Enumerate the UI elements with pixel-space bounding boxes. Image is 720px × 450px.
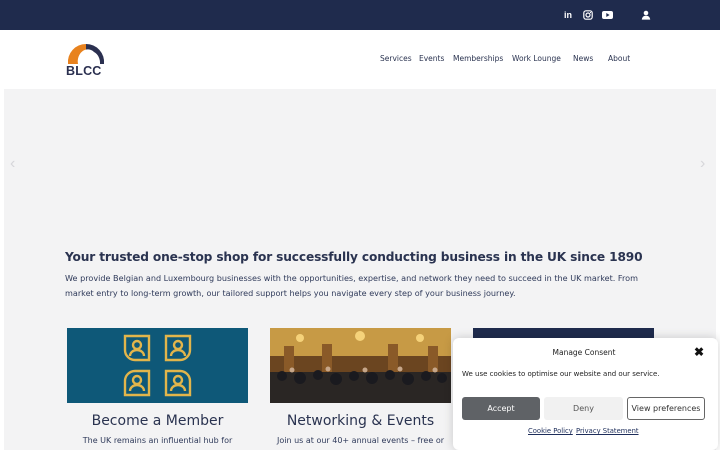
consent-message: We use cookies to optimise our website a… [462, 370, 660, 378]
accept-button[interactable]: Accept [462, 397, 540, 420]
top-bar: in [0, 0, 720, 30]
card-title-member[interactable]: Become a Member [67, 413, 248, 429]
event-hall-photo [270, 328, 451, 403]
intro-paragraph: We provide Belgian and Luxembourg busine… [65, 273, 638, 298]
nav-services[interactable]: Services [380, 54, 412, 63]
youtube-icon[interactable] [600, 8, 614, 22]
linkedin-icon[interactable]: in [561, 8, 575, 22]
card-title-events[interactable]: Networking & Events [270, 413, 451, 429]
user-icon[interactable] [639, 8, 653, 22]
card-text-member: The UK remains an influential hub for [82, 436, 233, 445]
nav-about[interactable]: About [608, 54, 630, 63]
site-header: BLCC Services Events Memberships Work Lo… [0, 30, 720, 88]
nav-memberships[interactable]: Memberships [453, 54, 503, 63]
cookie-consent-dialog: Manage Consent ✖ We use cookies to optim… [453, 338, 718, 450]
slider-next-arrow[interactable]: › [700, 156, 712, 172]
slider-prev-arrow[interactable]: ‹ [10, 156, 22, 172]
consent-title: Manage Consent [552, 348, 616, 357]
view-preferences-button[interactable]: View preferences [627, 397, 705, 420]
page-headline: Your trusted one-stop shop for successfu… [65, 250, 643, 264]
member-card-image[interactable] [67, 328, 248, 403]
close-icon[interactable]: ✖ [692, 345, 706, 359]
nav-events[interactable]: Events [419, 54, 444, 63]
deny-button[interactable]: Deny [544, 397, 623, 420]
events-card-image[interactable] [270, 328, 451, 403]
cookie-policy-link[interactable]: Cookie Policy [528, 427, 573, 435]
nav-news[interactable]: News [573, 54, 593, 63]
privacy-statement-link[interactable]: Privacy Statement [576, 427, 639, 435]
linkedin-glyph: in [564, 10, 572, 20]
card-text-events: Join us at our 40+ annual events – free … [277, 436, 444, 445]
instagram-icon[interactable] [581, 8, 595, 22]
members-icon [123, 334, 192, 397]
logo-text: BLCC [66, 64, 102, 78]
nav-work-lounge[interactable]: Work Lounge [512, 54, 561, 63]
